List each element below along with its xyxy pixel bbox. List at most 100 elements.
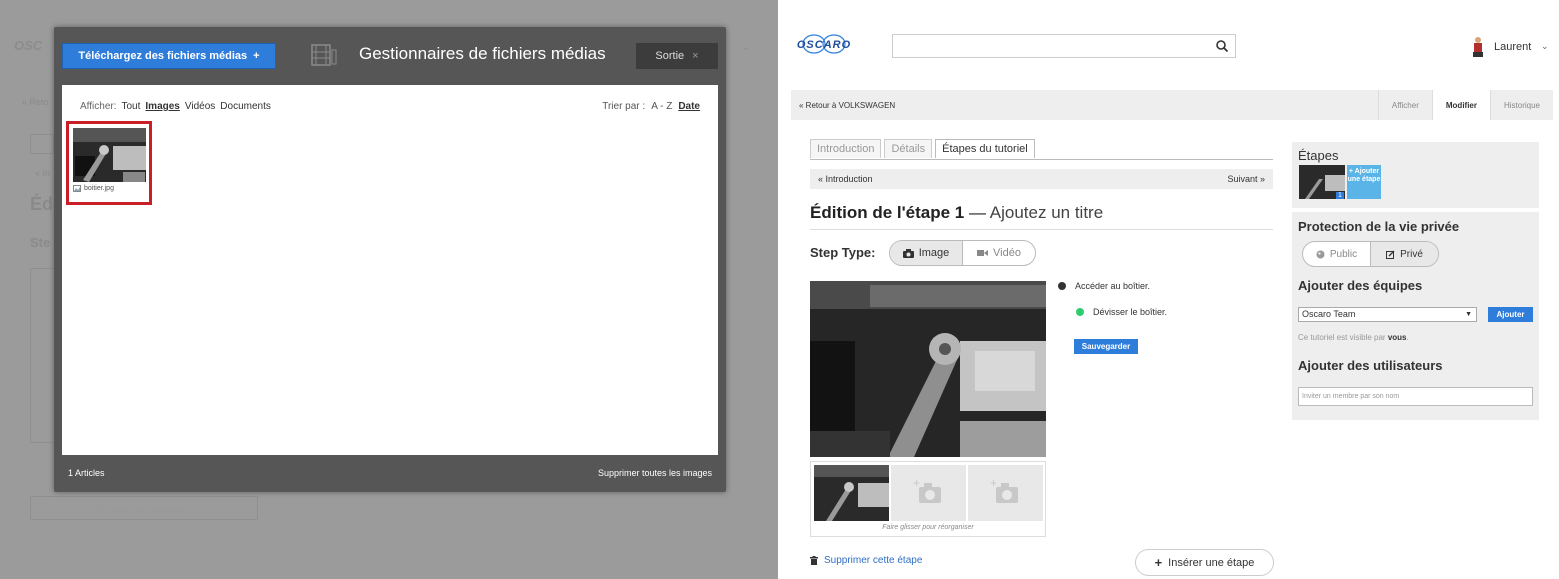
upload-label: Téléchargez des fichiers médias — [78, 50, 248, 62]
insert-step-label: Insérer une étape — [1168, 556, 1255, 569]
back-link[interactable]: « Retour à VOLKSWAGEN — [799, 101, 895, 110]
svg-text:+: + — [913, 476, 920, 490]
chevron-down-icon[interactable]: ⌄ — [1541, 41, 1549, 52]
left-screenshot: OSC « Reto « In Éd Ste Faire glisser pou… — [0, 0, 778, 579]
step-thumbnails: + + Faire glisser pour réorganiser — [810, 461, 1046, 537]
user-avatar[interactable] — [1470, 36, 1486, 58]
bg-search — [30, 134, 54, 154]
delete-step-link[interactable]: Supprimer cette étape — [810, 555, 922, 566]
upload-media-button[interactable]: Téléchargez des fichiers médias + — [62, 43, 276, 69]
filter-images[interactable]: Images — [145, 101, 179, 112]
add-step-button[interactable]: + Ajouter une étape — [1347, 165, 1381, 199]
view-tabs: Afficher Modifier Historique — [1377, 90, 1553, 120]
step-title[interactable]: Édition de l'étape 1 — Ajoutez un titre — [810, 203, 1103, 223]
bullet-item-1[interactable]: Accéder au boîtier. — [1058, 281, 1150, 291]
add-photo-icon: + — [913, 476, 941, 503]
file-name: boitier.jpg — [84, 185, 114, 192]
modal-title: Gestionnaires de fichiers médias — [359, 44, 606, 63]
step-title-bold: Édition de l'étape 1 — [810, 203, 965, 222]
bg-image-box — [30, 268, 56, 443]
exit-button[interactable]: Sortie × — [636, 43, 718, 69]
step-type-toggle: Image Vidéo — [889, 240, 1036, 266]
editor-sidebar: Étapes 1 + Ajouter une étape Protection … — [1292, 142, 1539, 420]
bg-drag-hint: Faire glisser pour réorganiser — [94, 507, 186, 514]
tab-details[interactable]: Détails — [884, 139, 933, 158]
sort-label: Trier par : — [602, 101, 646, 112]
sort-bar: Trier par : A - Z Date — [602, 101, 700, 112]
team-select[interactable]: Oscaro Team ▼ — [1298, 307, 1477, 322]
plus-icon: + — [253, 50, 260, 62]
search-input[interactable] — [892, 34, 1236, 58]
media-thumbnail[interactable]: boitier.jpg — [66, 121, 152, 205]
exit-label: Sortie — [655, 50, 685, 62]
bullet-text-2[interactable]: Dévisser le boîtier. — [1093, 307, 1167, 317]
nav-next[interactable]: Suivant » — [1227, 174, 1265, 184]
image-file-icon — [73, 185, 81, 192]
film-icon — [311, 44, 337, 66]
bullet-dot-green[interactable] — [1076, 308, 1084, 316]
insert-step-button[interactable]: + Insérer une étape — [1135, 549, 1274, 576]
bullet-dot-black[interactable] — [1058, 282, 1066, 290]
add-image-slot-3[interactable]: + — [968, 465, 1043, 521]
trash-icon — [810, 556, 818, 565]
tab-history[interactable]: Historique — [1489, 90, 1553, 120]
tab-tutorial-steps[interactable]: Étapes du tutoriel — [935, 139, 1035, 158]
bullet-text-1[interactable]: Accéder au boîtier. — [1075, 281, 1150, 291]
engine-step-photo[interactable] — [810, 281, 1046, 457]
filter-documents[interactable]: Documents — [220, 101, 271, 112]
filter-all[interactable]: Tout — [122, 101, 141, 112]
nav-previous[interactable]: « Introduction — [818, 174, 873, 184]
visibility-note: Ce tutoriel est visible par vous. — [1298, 333, 1409, 342]
bg-user-chevron: ⌄ — [742, 42, 750, 52]
media-manager-modal: Téléchargez des fichiers médias + Gestio… — [54, 27, 726, 492]
tab-introduction[interactable]: Introduction — [810, 139, 882, 158]
privacy-public-label: Public — [1329, 248, 1358, 260]
step-number-badge: 1 — [1336, 192, 1344, 199]
add-photo-icon: + — [990, 476, 1018, 503]
visibility-prefix: Ce tutoriel est visible par — [1298, 333, 1388, 342]
step-thumbnail-1[interactable] — [814, 465, 889, 521]
step-title-placeholder: Ajoutez un titre — [989, 203, 1104, 222]
privacy-heading: Protection de la vie privée — [1298, 219, 1460, 234]
step-navigation: « Introduction Suivant » — [810, 169, 1273, 189]
step-type-label: Step Type: — [810, 245, 876, 260]
add-team-button[interactable]: Ajouter — [1488, 307, 1533, 322]
step-type-video[interactable]: Vidéo — [963, 241, 1035, 265]
search-icon[interactable] — [1215, 39, 1229, 53]
right-screenshot: OSCARO Laurent ⌄ « Retour à VOLKSWAGEN A… — [779, 0, 1559, 579]
steps-heading: Étapes — [1298, 148, 1339, 163]
add-image-slot-2[interactable]: + — [891, 465, 966, 521]
oscaro-logo[interactable]: OSCARO — [791, 30, 857, 60]
sort-date[interactable]: Date — [678, 101, 700, 112]
sort-az[interactable]: A - Z — [651, 101, 672, 112]
logo-text: OSCARO — [797, 39, 851, 51]
tab-view[interactable]: Afficher — [1377, 90, 1432, 120]
filter-videos[interactable]: Vidéos — [185, 101, 215, 112]
save-button[interactable]: Sauvegarder — [1074, 339, 1138, 354]
privacy-public[interactable]: Public — [1303, 242, 1370, 266]
tabs-divider — [810, 159, 1273, 160]
privacy-private[interactable]: Privé — [1370, 242, 1438, 266]
edit-icon — [1386, 250, 1395, 259]
team-selected-value: Oscaro Team — [1302, 309, 1356, 319]
bg-logo: OSC — [14, 38, 43, 53]
item-count: 1 Articles — [68, 468, 105, 478]
visibility-suffix: . — [1406, 333, 1409, 342]
tab-edit[interactable]: Modifier — [1431, 90, 1490, 120]
drag-hint: Faire glisser pour réorganiser — [882, 524, 974, 531]
video-camera-icon — [977, 250, 989, 256]
teams-heading: Ajouter des équipes — [1298, 278, 1423, 293]
dropdown-arrow-icon: ▼ — [1465, 311, 1472, 318]
title-divider — [810, 229, 1273, 230]
media-grid-area: Afficher: Tout Images Vidéos Documents T… — [62, 85, 718, 455]
camera-icon — [902, 248, 914, 258]
thumbnail-caption: boitier.jpg — [73, 185, 114, 192]
delete-all-images-link[interactable]: Supprimer toutes les images — [598, 468, 712, 478]
user-name[interactable]: Laurent — [1494, 41, 1531, 53]
bullet-item-2[interactable]: Dévisser le boîtier. — [1076, 307, 1167, 317]
svg-text:+: + — [990, 476, 997, 490]
invite-member-input[interactable]: Inviter un membre par son nom — [1298, 387, 1533, 406]
filter-bar: Afficher: Tout Images Vidéos Documents — [80, 101, 271, 112]
bg-title: Éd — [30, 194, 54, 214]
step-type-image[interactable]: Image — [890, 241, 963, 265]
